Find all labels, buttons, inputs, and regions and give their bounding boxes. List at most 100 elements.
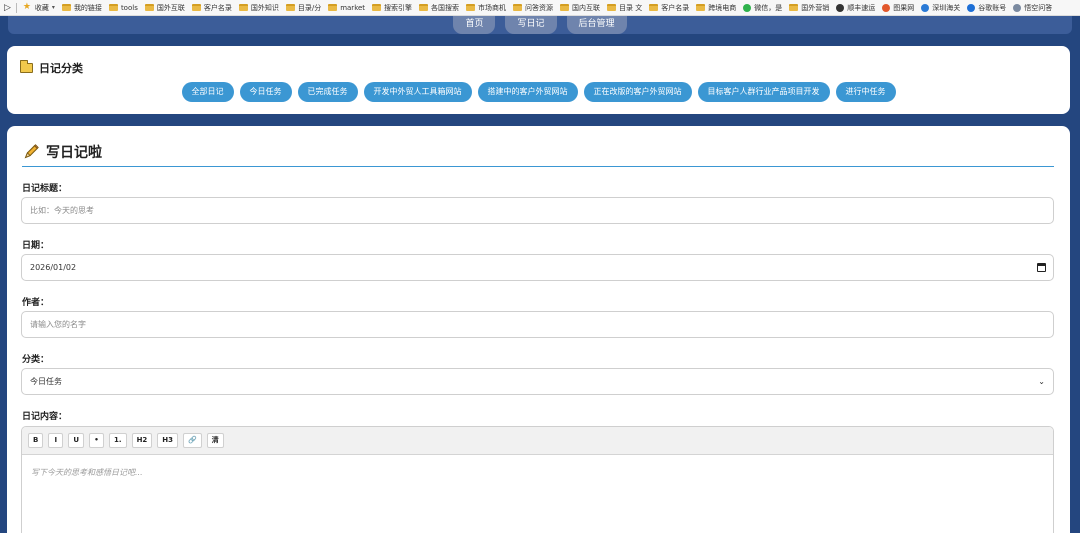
clear-format-button[interactable]: 清 xyxy=(206,433,224,448)
google-account-icon xyxy=(967,3,976,12)
chevron-down-icon[interactable]: ▾ xyxy=(52,4,55,11)
category-heading-text: 日记分类 xyxy=(39,62,83,75)
bookmark-item[interactable]: 微信，是 xyxy=(743,0,783,15)
bookmark-item[interactable]: 图果网 xyxy=(882,0,914,15)
bookmark-item[interactable]: 目录/分 xyxy=(285,0,321,15)
bookmark-label: 悟空问答 xyxy=(1024,3,1053,12)
bookmark-list: ★ 收藏 ▾ 我的链接 tools 国外互联 客户名录 国外知识 目录/分 market 搜索引擎 各… xyxy=(22,0,1059,15)
bookmark-item[interactable]: 问答资源 xyxy=(513,0,554,15)
bookmark-label: 国外营销 xyxy=(801,3,830,12)
bookmark-item[interactable]: 客户名录 xyxy=(191,0,232,15)
chevron-down-icon: ⌄ xyxy=(1038,377,1045,386)
bookmark-label: 国外知识 xyxy=(250,3,279,12)
bookmark-label: 国内互联 xyxy=(572,3,601,12)
bookmark-label: tools xyxy=(120,3,138,12)
bookmark-label: 客户名录 xyxy=(203,3,232,12)
date-input[interactable]: 2026/01/02 xyxy=(21,254,1054,281)
bookmark-item[interactable]: 悟空问答 xyxy=(1013,0,1053,15)
category-chip[interactable]: 进行中任务 xyxy=(835,82,896,102)
bold-button[interactable]: B xyxy=(28,433,44,448)
folder-icon xyxy=(607,4,617,11)
form-heading-text: 写日记啦 xyxy=(46,145,102,161)
bookmark-item[interactable]: 我的链接 xyxy=(61,0,102,15)
nav-admin[interactable]: 后台管理 xyxy=(566,16,627,34)
title-label: 日记标题： xyxy=(22,184,68,194)
bookmark-label: 深圳海关 xyxy=(932,3,961,12)
wukong-icon xyxy=(1013,3,1022,12)
heading2-button[interactable]: H2 xyxy=(131,433,153,448)
bookmark-item[interactable]: 各国搜索 xyxy=(419,0,460,15)
folder-icon xyxy=(19,60,33,73)
bookmark-item[interactable]: 搜索引擎 xyxy=(372,0,412,15)
editor-toolbar: B I U • 1. H2 H3 🔗 清 xyxy=(22,427,1053,455)
folder-icon xyxy=(191,4,201,11)
bookmark-item[interactable]: 国外知识 xyxy=(238,0,279,15)
bookmark-label: 市场商机 xyxy=(478,3,507,12)
category-chip[interactable]: 开发中外贸人工具箱网站 xyxy=(363,82,472,102)
nav-home[interactable]: 首页 xyxy=(453,16,496,34)
rich-text-editor[interactable]: B I U • 1. H2 H3 🔗 清 写下今天的思考和感悟日记吧... xyxy=(21,426,1054,533)
folder-icon xyxy=(328,4,338,11)
bookmark-item[interactable]: 国外互联 xyxy=(144,0,185,15)
bookmark-item[interactable]: 目录 文 xyxy=(607,0,643,15)
bookmark-label: 收藏 xyxy=(34,3,49,12)
category-select[interactable]: 今日任务 ⌄ xyxy=(21,368,1054,395)
link-button[interactable]: 🔗 xyxy=(183,433,202,448)
category-chip[interactable]: 目标客户人群行业产品项目开发 xyxy=(697,82,830,102)
category-chip[interactable]: 搭建中的客户外贸网站 xyxy=(477,82,578,102)
folder-icon xyxy=(789,4,799,11)
bookmark-item[interactable]: ★ 收藏 ▾ xyxy=(22,0,55,15)
bookmark-label: 顺丰速运 xyxy=(847,3,876,12)
bookmark-item[interactable]: 跨境电商 xyxy=(696,0,736,15)
bookmark-item[interactable]: 市场商机 xyxy=(466,0,507,15)
category-heading: 日记分类 xyxy=(19,60,83,76)
bookmark-item[interactable]: 国外营销 xyxy=(789,0,830,15)
pencil-icon xyxy=(24,144,39,159)
bookmark-label: 客户名录 xyxy=(661,3,690,12)
category-chip[interactable]: 今日任务 xyxy=(239,82,292,102)
date-label: 日期： xyxy=(22,241,50,251)
bookmark-item[interactable]: 客户名录 xyxy=(649,0,690,15)
folder-icon xyxy=(419,4,429,11)
write-diary-form: 写日记啦 日记标题： 比如：今天的思考 日期： 2026/01/02 作者： 请… xyxy=(7,126,1070,533)
folder-icon xyxy=(285,4,295,11)
category-chip[interactable]: 全部日记 xyxy=(181,82,234,102)
bookmark-item[interactable]: tools xyxy=(108,0,138,15)
calendar-icon[interactable] xyxy=(1037,263,1046,272)
folder-icon xyxy=(466,4,476,11)
bookmark-item[interactable]: market xyxy=(328,0,365,15)
content-label: 日记内容： xyxy=(22,412,68,422)
bookmark-item[interactable]: 国内互联 xyxy=(560,0,601,15)
category-chip[interactable]: 已完成任务 xyxy=(297,82,358,102)
heading3-button[interactable]: H3 xyxy=(157,433,179,448)
top-nav: 首页 写日记 后台管理 xyxy=(8,16,1072,34)
bookmark-label: 问答资源 xyxy=(525,3,554,12)
form-heading: 写日记啦 xyxy=(22,142,102,162)
bookmark-label: 微信，是 xyxy=(754,3,783,12)
category-select-value: 今日任务 xyxy=(30,377,62,386)
numbered-list-button[interactable]: 1. xyxy=(109,433,127,448)
folder-icon xyxy=(696,4,706,11)
bookmark-item[interactable]: 顺丰速运 xyxy=(836,0,876,15)
author-input[interactable]: 请输入您的名字 xyxy=(21,311,1054,338)
italic-button[interactable]: I xyxy=(48,433,64,448)
title-input[interactable]: 比如：今天的思考 xyxy=(21,197,1054,224)
star-icon: ★ xyxy=(22,2,31,12)
category-chips: 全部日记 今日任务 已完成任务 开发中外贸人工具箱网站 搭建中的客户外贸网站 正在改版的客… xyxy=(7,82,1070,102)
bookmark-label: 我的链接 xyxy=(73,3,102,12)
sidebar-toggle-icon[interactable]: ▷ xyxy=(4,0,11,15)
bookmark-item[interactable]: 谷歌账号 xyxy=(967,0,1006,15)
customs-icon xyxy=(921,3,930,12)
folder-icon xyxy=(144,4,154,11)
category-label: 分类： xyxy=(22,355,50,365)
folder-icon xyxy=(513,4,523,11)
bullet-list-button[interactable]: • xyxy=(89,433,105,448)
bookmark-label: 各国搜索 xyxy=(431,3,460,12)
folder-icon xyxy=(649,4,659,11)
bookmark-item[interactable]: 深圳海关 xyxy=(921,0,961,15)
category-chip[interactable]: 正在改版的客户外贸网站 xyxy=(583,82,692,102)
nav-write-diary[interactable]: 写日记 xyxy=(505,16,557,34)
category-card: 日记分类 全部日记 今日任务 已完成任务 开发中外贸人工具箱网站 搭建中的客户外贸网站正… xyxy=(7,46,1070,114)
underline-button[interactable]: U xyxy=(68,433,85,448)
bookmark-label: 目录 文 xyxy=(619,3,643,12)
